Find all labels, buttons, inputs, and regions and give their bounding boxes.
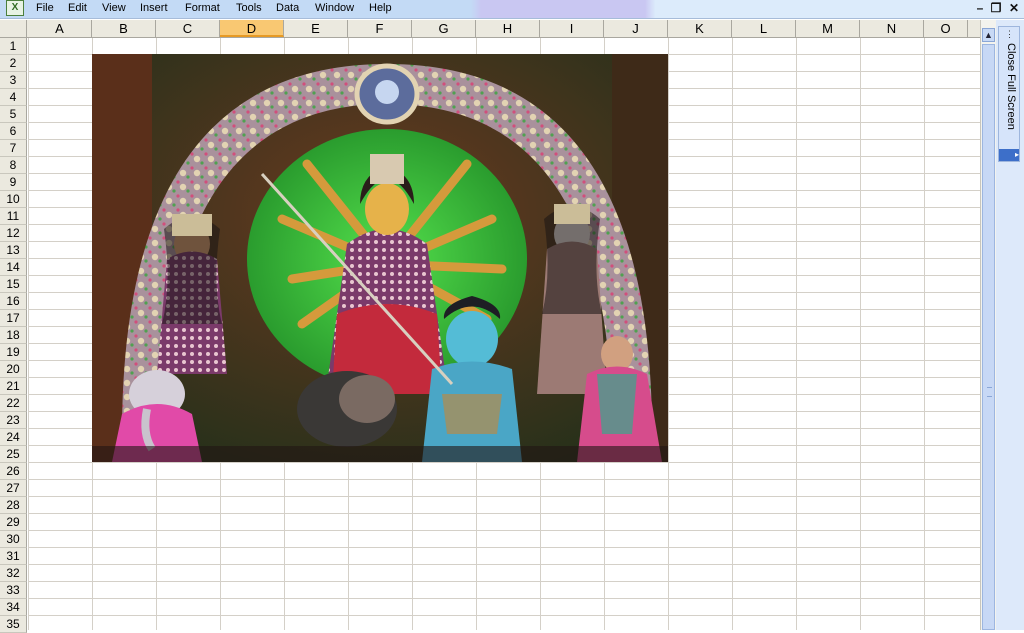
column-header-row: ABCDEFGHIJKLMNO (0, 20, 980, 38)
menu-tools[interactable]: Tools (236, 2, 262, 15)
row-header-4[interactable]: 4 (0, 89, 27, 106)
row-header-20[interactable]: 20 (0, 361, 27, 378)
row-header-29[interactable]: 29 (0, 514, 27, 531)
row-header-22[interactable]: 22 (0, 395, 27, 412)
row-header-24[interactable]: 24 (0, 429, 27, 446)
vertical-scrollbar[interactable]: ▲ (980, 20, 996, 630)
toolbar-grip-icon[interactable]: ⋮ (1005, 30, 1015, 39)
excel-icon[interactable]: X (6, 0, 24, 16)
menu-help[interactable]: Help (369, 2, 392, 15)
row-header-14[interactable]: 14 (0, 259, 27, 276)
column-header-e[interactable]: E (284, 20, 348, 37)
row-header-18[interactable]: 18 (0, 327, 27, 344)
menu-window[interactable]: Window (315, 2, 354, 15)
row-header-6[interactable]: 6 (0, 123, 27, 140)
row-header-9[interactable]: 9 (0, 174, 27, 191)
row-header-2[interactable]: 2 (0, 55, 27, 72)
menu-edit[interactable]: Edit (68, 2, 87, 15)
row-header-11[interactable]: 11 (0, 208, 27, 225)
column-header-b[interactable]: B (92, 20, 156, 37)
scroll-grip-icon (987, 387, 992, 397)
column-header-c[interactable]: C (156, 20, 220, 37)
row-header-12[interactable]: 12 (0, 225, 27, 242)
row-header-33[interactable]: 33 (0, 582, 27, 599)
column-header-a[interactable]: A (28, 20, 92, 37)
row-header-7[interactable]: 7 (0, 140, 27, 157)
row-header-32[interactable]: 32 (0, 565, 27, 582)
row-header-3[interactable]: 3 (0, 72, 27, 89)
row-header-27[interactable]: 27 (0, 480, 27, 497)
row-header-34[interactable]: 34 (0, 599, 27, 616)
scroll-up-arrow-icon[interactable]: ▲ (982, 28, 995, 42)
close-icon[interactable]: ✕ (1006, 0, 1022, 16)
column-header-l[interactable]: L (732, 20, 796, 37)
close-full-screen-button[interactable]: ⋮ Close Full Screen ▸ (998, 26, 1020, 162)
row-header-30[interactable]: 30 (0, 531, 27, 548)
row-header-21[interactable]: 21 (0, 378, 27, 395)
column-header-h[interactable]: H (476, 20, 540, 37)
column-header-n[interactable]: N (860, 20, 924, 37)
row-header-23[interactable]: 23 (0, 412, 27, 429)
column-header-i[interactable]: I (540, 20, 604, 37)
row-header-13[interactable]: 13 (0, 242, 27, 259)
menu-bar: X File Edit View Insert Format Tools Dat… (0, 0, 1024, 19)
column-header-o[interactable]: O (924, 20, 968, 37)
menu-insert[interactable]: Insert (140, 2, 168, 15)
row-header-17[interactable]: 17 (0, 310, 27, 327)
row-header-28[interactable]: 28 (0, 497, 27, 514)
menu-file[interactable]: File (36, 2, 54, 15)
row-header-5[interactable]: 5 (0, 106, 27, 123)
column-header-d[interactable]: D (220, 20, 284, 37)
column-header-k[interactable]: K (668, 20, 732, 37)
minimize-icon[interactable]: – (972, 0, 988, 16)
toolbar-options-icon[interactable]: ▸ (999, 149, 1019, 161)
row-header-8[interactable]: 8 (0, 157, 27, 174)
row-header-31[interactable]: 31 (0, 548, 27, 565)
row-header-26[interactable]: 26 (0, 463, 27, 480)
close-full-screen-label: Close Full Screen (1005, 43, 1017, 130)
column-header-j[interactable]: J (604, 20, 668, 37)
row-header-15[interactable]: 15 (0, 276, 27, 293)
row-header-1[interactable]: 1 (0, 38, 27, 55)
durga-idol-picture[interactable] (92, 54, 668, 462)
menu-data[interactable]: Data (276, 2, 299, 15)
column-header-g[interactable]: G (412, 20, 476, 37)
full-screen-toolbar: ⋮ Close Full Screen ▸ (996, 20, 1024, 630)
row-header-16[interactable]: 16 (0, 293, 27, 310)
row-header-35[interactable]: 35 (0, 616, 27, 633)
restore-icon[interactable]: ❐ (988, 0, 1004, 16)
column-header-m[interactable]: M (796, 20, 860, 37)
row-header-10[interactable]: 10 (0, 191, 27, 208)
select-all-corner[interactable] (0, 20, 27, 37)
menu-view[interactable]: View (102, 2, 126, 15)
row-header-25[interactable]: 25 (0, 446, 27, 463)
column-header-f[interactable]: F (348, 20, 412, 37)
scroll-thumb[interactable] (982, 44, 995, 630)
row-header-19[interactable]: 19 (0, 344, 27, 361)
menu-format[interactable]: Format (185, 2, 220, 15)
